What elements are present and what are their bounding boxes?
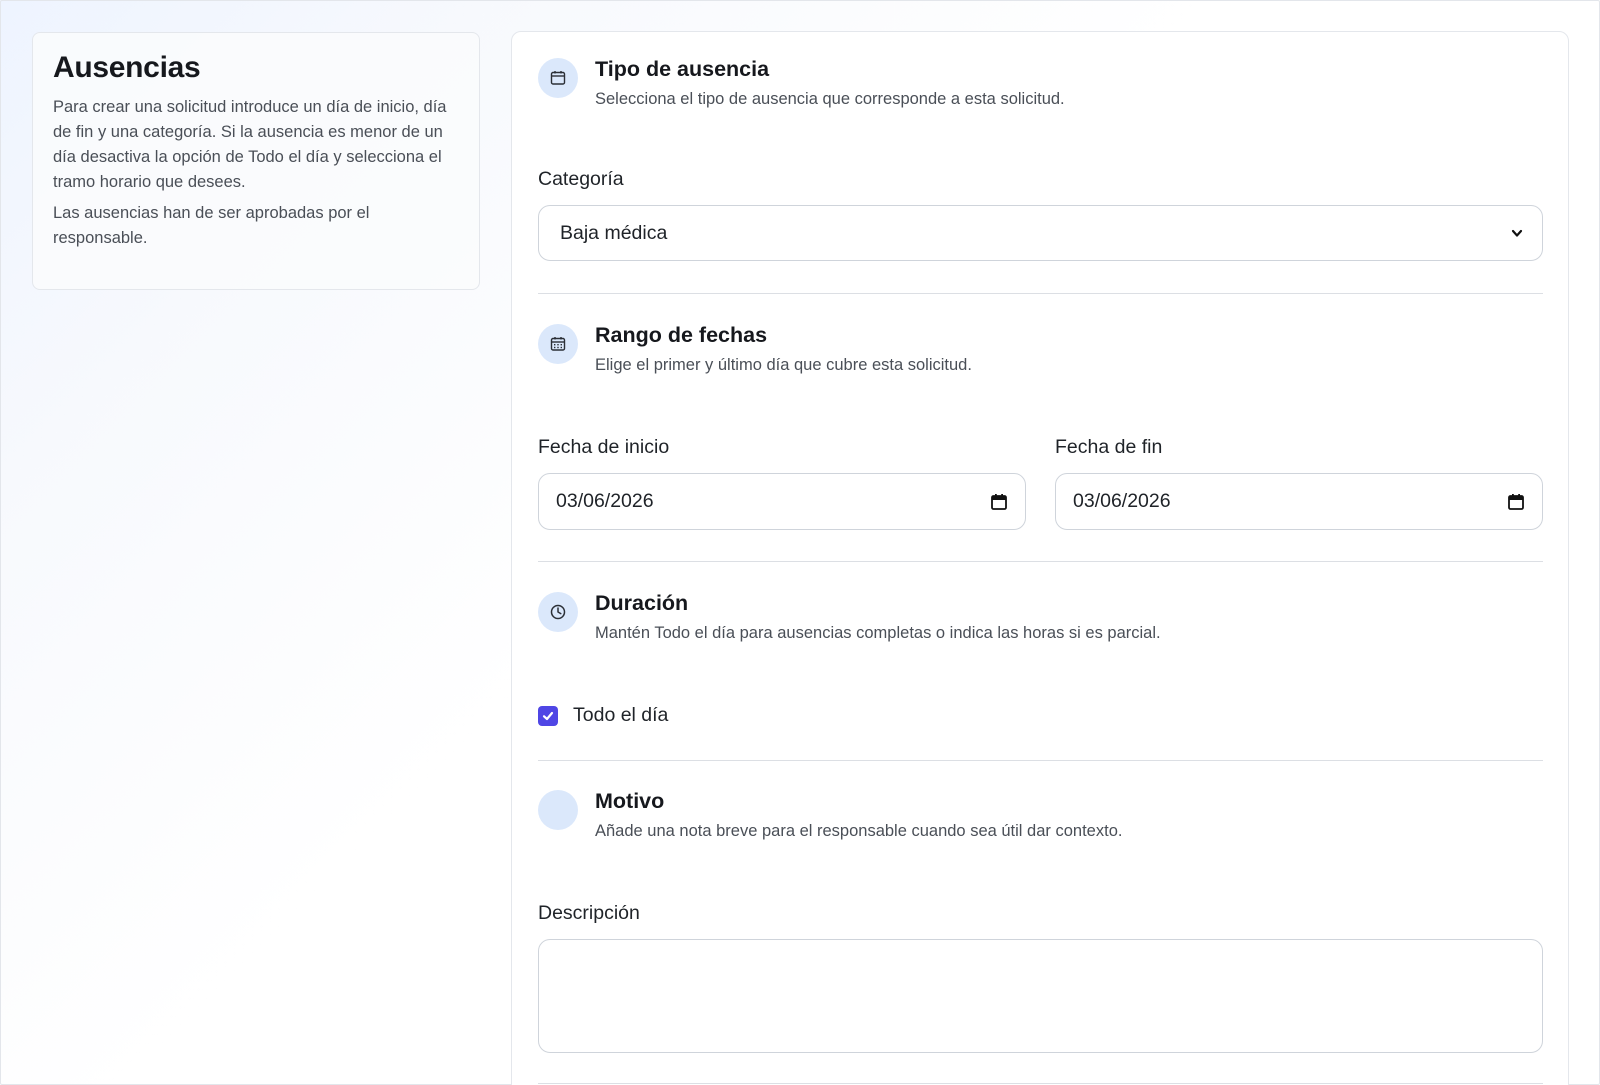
category-select-value: Baja médica xyxy=(560,221,668,244)
section-motivo-description: Añade una nota breve para el responsable… xyxy=(595,822,1123,840)
section-duracion-title: Duración xyxy=(595,591,689,615)
divider xyxy=(538,561,1543,562)
calendar-picker-icon[interactable] xyxy=(1506,492,1526,512)
all-day-label[interactable]: Todo el día xyxy=(573,704,668,727)
description-textarea[interactable] xyxy=(538,939,1543,1053)
calendar-icon xyxy=(538,58,578,98)
section-tipo-header: Tipo de ausencia Selecciona el tipo de a… xyxy=(538,56,1065,109)
info-card: Ausencias Para crear una solicitud intro… xyxy=(32,32,480,290)
section-tipo-title: Tipo de ausencia xyxy=(595,57,770,81)
absence-form: Tipo de ausencia Selecciona el tipo de a… xyxy=(511,31,1569,1085)
end-date-input[interactable]: 03/06/2026 xyxy=(1055,473,1543,530)
divider xyxy=(538,1083,1543,1084)
check-icon xyxy=(542,711,554,720)
clock-icon xyxy=(538,592,578,632)
calendar-grid-icon xyxy=(538,324,578,364)
calendar-picker-icon[interactable] xyxy=(989,492,1009,512)
start-date-value: 03/06/2026 xyxy=(556,490,654,512)
section-rango-header: Rango de fechas Elige el primer y último… xyxy=(538,322,972,375)
section-duracion-header: Duración Mantén Todo el día para ausenci… xyxy=(538,590,1161,643)
section-motivo-header: Motivo Añade una nota breve para el resp… xyxy=(538,788,1122,841)
all-day-row: Todo el día xyxy=(538,704,668,727)
all-day-checkbox[interactable] xyxy=(538,705,558,726)
category-select[interactable]: Baja médica xyxy=(538,205,1543,261)
start-date-input[interactable]: 03/06/2026 xyxy=(538,473,1026,530)
chevron-down-icon xyxy=(1511,229,1523,237)
section-rango-description: Elige el primer y último día que cubre e… xyxy=(595,356,972,374)
category-label: Categoría xyxy=(538,168,624,190)
section-rango-title: Rango de fechas xyxy=(595,323,768,347)
end-date-label: Fecha de fin xyxy=(1055,436,1163,458)
page-title: Ausencias xyxy=(53,51,201,84)
start-date-label: Fecha de inicio xyxy=(538,436,670,458)
info-paragraph-approval: Las ausencias han de ser aprobadas por e… xyxy=(53,204,370,247)
section-duracion-description: Mantén Todo el día para ausencias comple… xyxy=(595,624,1161,642)
section-motivo-title: Motivo xyxy=(595,789,665,813)
description-label: Descripción xyxy=(538,902,640,924)
divider xyxy=(538,293,1543,294)
info-paragraph-instructions: Para crear una solicitud introduce un dí… xyxy=(53,98,447,191)
end-date-value: 03/06/2026 xyxy=(1073,490,1171,512)
note-icon xyxy=(538,790,578,830)
divider xyxy=(538,760,1543,761)
section-tipo-description: Selecciona el tipo de ausencia que corre… xyxy=(595,90,1065,108)
